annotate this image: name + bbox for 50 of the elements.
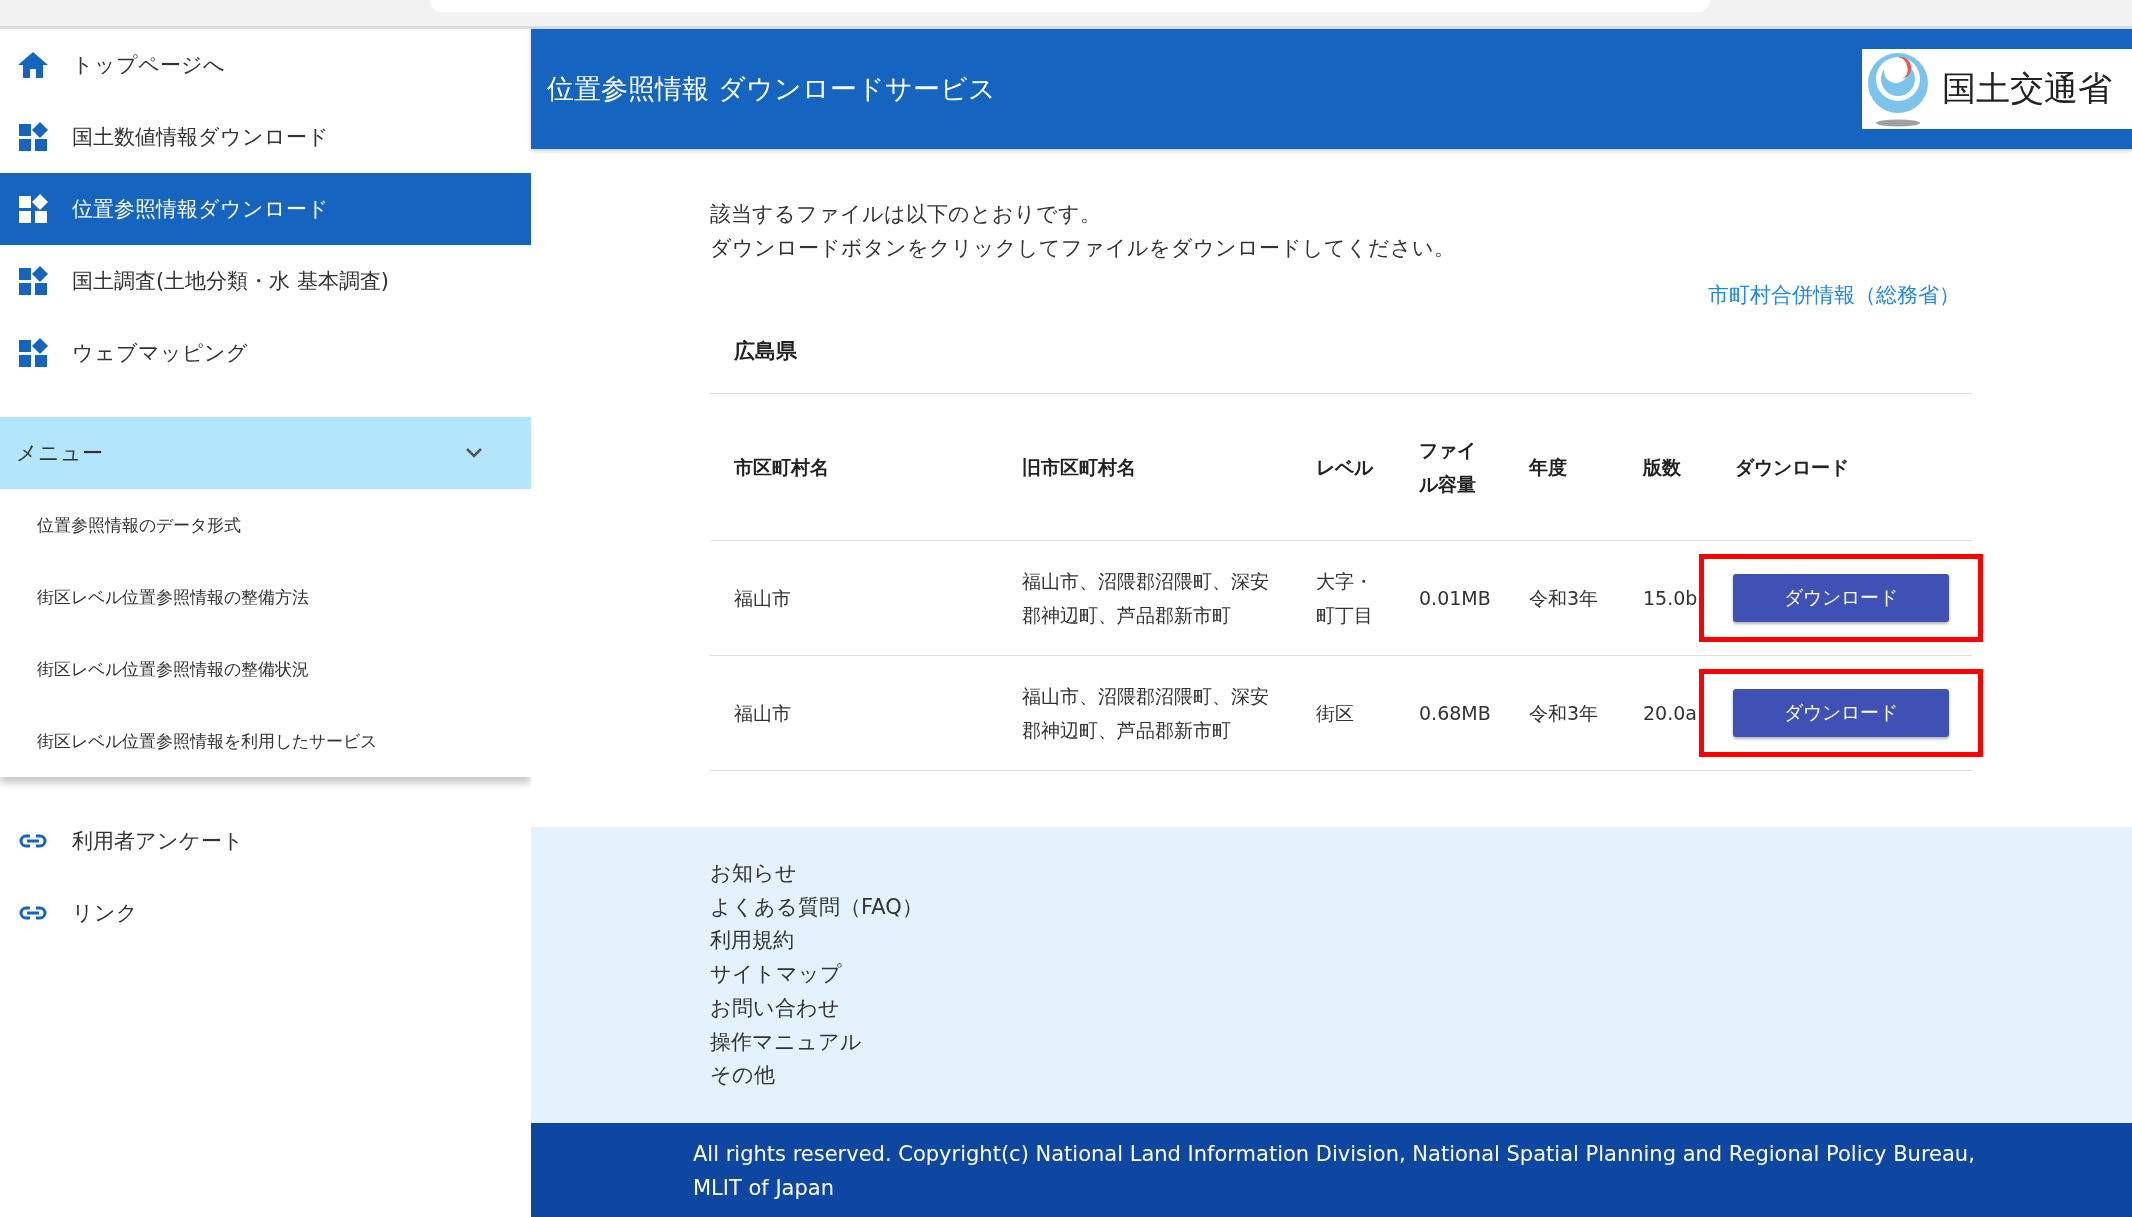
table-cell-text: 令和3年	[1529, 701, 1600, 726]
nav-item[interactable]: 位置参照情報ダウンロード	[0, 173, 531, 245]
column-header: ファイル容量	[1419, 438, 1477, 497]
link-item[interactable]: リンク	[0, 877, 531, 949]
merger-info-link[interactable]: 市町村合併情報（総務省）	[1708, 281, 1960, 309]
table-cell-text: 0.68MB	[1419, 701, 1492, 726]
prefecture-title: 広島県	[710, 309, 1972, 394]
menu-item[interactable]: 位置参照情報のデータ形式	[0, 489, 531, 561]
column-header: 版数	[1643, 455, 1682, 480]
footer-link[interactable]: お問い合わせ	[710, 991, 840, 1026]
menu-header[interactable]: メニュー	[0, 417, 531, 489]
home-icon	[18, 52, 48, 78]
download-button[interactable]: ダウンロード	[1733, 689, 1949, 737]
copyright-text: All rights reserved. Copyright(c) National Land Information Division, National Spatial Planning and Regional Policy Bureau, MLIT of Japan	[531, 1122, 2132, 1217]
table-cell-text: 大字・町丁目	[1316, 569, 1374, 628]
footer-link[interactable]: 操作マニュアル	[710, 1025, 862, 1060]
table-cell-text: 0.01MB	[1419, 586, 1492, 611]
table-cell-text: 20.0a	[1643, 701, 1698, 726]
page-title: 位置参照情報 ダウンロードサービス	[547, 72, 996, 106]
widgets-icon	[18, 266, 48, 296]
table-cell-text: 令和3年	[1529, 586, 1600, 611]
table-cell-text: 福山市、沼隈郡沼隈町、深安郡神辺町、芦品郡新市町	[1022, 569, 1270, 628]
column-header: レベル	[1316, 455, 1374, 480]
link-icon	[18, 905, 48, 921]
column-header: 年度	[1529, 455, 1568, 480]
widgets-icon	[18, 122, 48, 152]
link-item[interactable]: 利用者アンケート	[0, 805, 531, 877]
download-button[interactable]: ダウンロード	[1733, 574, 1949, 622]
table-cell-text: 街区	[1316, 701, 1355, 726]
footer-link[interactable]: 利用規約	[710, 924, 794, 959]
footer-link[interactable]: よくある質問（FAQ）	[710, 890, 923, 925]
table-cell-text: 15.0b	[1643, 586, 1699, 611]
footer-link[interactable]: その他	[710, 1059, 775, 1093]
table-cell-text: 福山市	[734, 586, 792, 611]
column-header: 旧市区町村名	[1022, 455, 1137, 480]
table-cell-text: 福山市、沼隈郡沼隈町、深安郡神辺町、芦品郡新市町	[1022, 684, 1270, 743]
table-cell-text: 福山市	[734, 701, 792, 726]
logo-text: 国土交通省	[1942, 67, 2112, 110]
menu-item[interactable]: 街区レベル位置参照情報の整備状況	[0, 633, 531, 705]
intro-text: 該当するファイルは以下のとおりです。 ダウンロードボタンをクリックしてファイルをダウンロードしてください。	[710, 201, 1456, 262]
footer-link[interactable]: お知らせ	[710, 857, 797, 891]
widgets-icon	[18, 338, 48, 368]
chevron-icon	[465, 447, 483, 459]
footer-link[interactable]: サイトマップ	[710, 958, 842, 992]
menu-item[interactable]: 街区レベル位置参照情報を利用したサービス	[0, 705, 531, 777]
menu-item[interactable]: 街区レベル位置参照情報の整備方法	[0, 561, 531, 633]
column-header: ダウンロード	[1735, 455, 1850, 480]
column-header: 市区町村名	[734, 455, 830, 480]
widgets-icon	[18, 194, 48, 224]
link-icon	[18, 833, 48, 849]
